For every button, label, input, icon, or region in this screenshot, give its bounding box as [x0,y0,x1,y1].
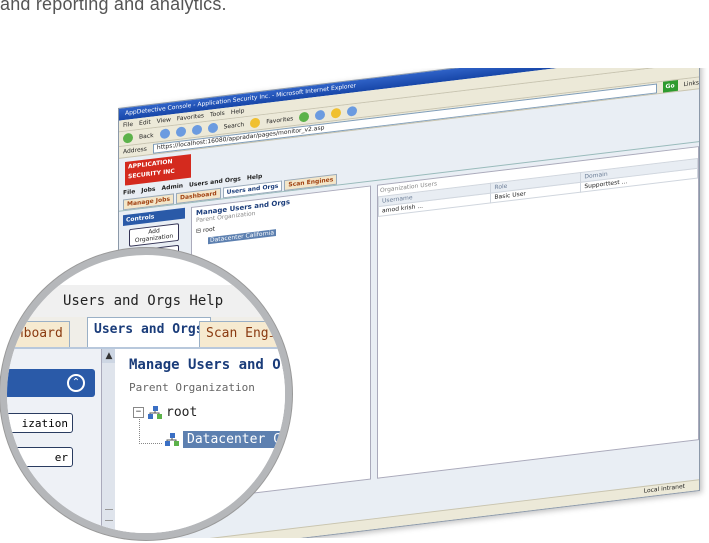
tab-scan-engines[interactable]: Scan Engines [284,173,338,191]
back-icon[interactable] [123,132,133,144]
menu-tools[interactable]: Tools [210,108,225,121]
app-menu-jobs[interactable]: Jobs [141,186,155,195]
mail-icon[interactable] [315,109,326,121]
links-button[interactable]: Links [684,77,699,90]
add-organization-button[interactable]: Add Organization [129,223,179,247]
zoom-tree-panel: Manage Users and Orgs Parent Organizatio… [115,349,292,533]
org-icon [148,405,162,419]
controls-title: Controls [126,213,155,224]
tab-manage-jobs[interactable]: Manage Jobs [123,193,175,211]
zoom-add-organization-button[interactable]: ization [7,413,73,433]
tab-dashboard[interactable]: Dashboard [176,187,221,204]
address-label: Address [123,145,147,156]
back-label[interactable]: Back [139,130,154,143]
zoom-tab-users-and-orgs[interactable]: Users and Orgs [87,317,211,347]
search-icon[interactable] [207,122,218,134]
zoom-menu-bar[interactable]: Users and Orgs Help [7,285,285,317]
refresh-icon[interactable] [175,126,186,138]
forward-icon[interactable] [159,128,170,140]
zoom-tree-child-label[interactable]: Datacenter Califo [183,431,285,448]
media-icon[interactable] [299,111,310,123]
zoom-add-user-button[interactable]: er [7,447,73,467]
zoom-tab-dashboard[interactable]: shboard [7,321,70,347]
zoom-tabs: shboard Users and Orgs Scan Engines [7,317,285,349]
zoom-parent-org-label: Parent Organization [129,381,255,394]
app-menu-admin[interactable]: Admin [162,183,184,192]
zoom-body: ⌃ ization er ▲ Manage Users and Orgs Par… [7,349,292,533]
magnifier-lens: Users and Orgs Help shboard Users and Or… [0,248,292,540]
scroll-up-icon[interactable]: ▲ [102,349,116,363]
go-button[interactable]: Go [662,80,678,93]
org-users-panel: Organization Users Username Role Domain … [377,146,699,479]
menu-help[interactable]: Help [231,106,245,118]
scroll-thumb[interactable] [105,509,113,521]
menu-file[interactable]: File [123,119,133,131]
tree-root-label[interactable]: root [203,226,215,234]
zoom-tab-scan-engines[interactable]: Scan Engines [199,321,285,347]
collapse-icon[interactable]: ⌃ [67,374,85,392]
zoom-controls-header: ⌃ [7,369,95,397]
menu-view[interactable]: View [157,114,171,126]
app-logo: APPLICATION SECURITY INC [125,154,191,186]
status-zone: Local intranet [643,482,685,495]
zoom-tree-root-label[interactable]: root [166,405,197,420]
app-menu-file[interactable]: File [123,188,135,196]
tree-connector [139,419,162,444]
zoom-scrollbar[interactable]: ▲ [101,349,116,533]
collapse-tree-icon[interactable]: − [133,407,144,418]
favorites-label[interactable]: Favorites [266,113,293,127]
favorites-icon[interactable] [250,117,261,129]
home-icon[interactable] [191,124,202,136]
search-label[interactable]: Search [224,119,245,132]
page-caption: and reporting and analytics. [0,0,227,14]
zoom-tree-node-root[interactable]: − root [133,405,197,420]
folder-icon[interactable] [331,107,342,119]
messenger-icon[interactable] [347,105,358,117]
menu-edit[interactable]: Edit [139,117,151,129]
zoom-page-title: Manage Users and Orgs [129,357,292,373]
org-icon [165,432,179,446]
app-menu-help[interactable]: Help [247,173,262,182]
zoom-tree-node-child[interactable]: Datacenter Califo [165,431,285,448]
magnifier-content: Users and Orgs Help shboard Users and Or… [7,255,292,533]
